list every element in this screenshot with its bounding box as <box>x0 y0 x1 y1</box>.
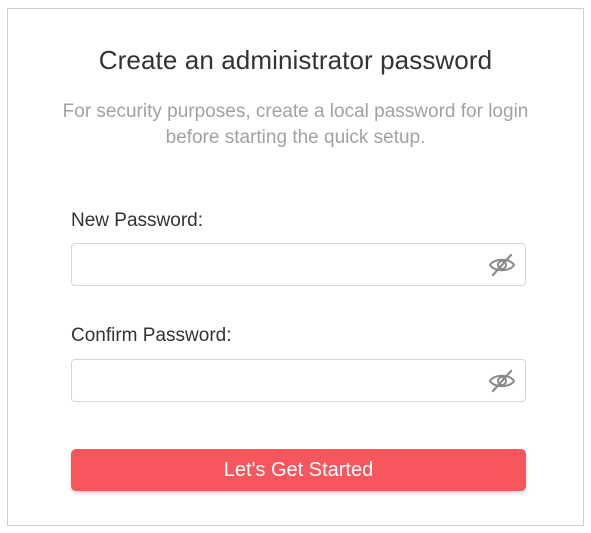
confirm-password-label: Confirm Password: <box>71 325 232 346</box>
new-password-label: New Password: <box>71 210 203 231</box>
eye-slash-icon[interactable] <box>487 252 517 278</box>
new-password-field-wrapper <box>71 243 526 286</box>
confirm-password-field-wrapper <box>71 359 526 402</box>
new-password-input[interactable] <box>72 244 496 285</box>
eye-slash-icon[interactable] <box>487 368 517 394</box>
lets-get-started-button[interactable]: Let's Get Started <box>71 449 526 491</box>
page-title: Create an administrator password <box>98 45 493 75</box>
password-setup-card: Create an administrator password For sec… <box>7 8 584 526</box>
page-subtitle: For security purposes, create a local pa… <box>62 101 529 148</box>
confirm-password-input[interactable] <box>72 360 496 401</box>
